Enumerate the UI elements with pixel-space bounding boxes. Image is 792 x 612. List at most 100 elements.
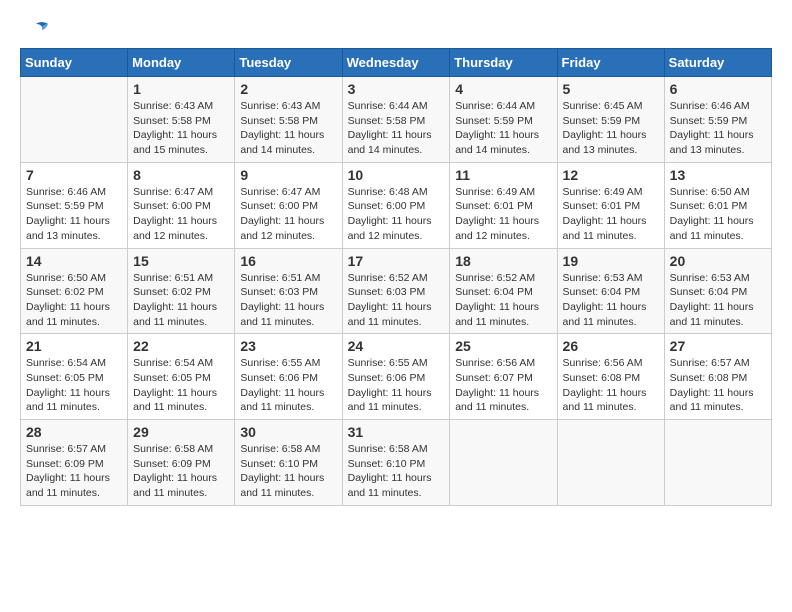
daylight-text: Daylight: 11 hours and 11 minutes. [133,472,217,499]
day-number: 27 [670,338,766,354]
daylight-text: Daylight: 11 hours and 12 minutes. [133,215,217,242]
daylight-text: Daylight: 11 hours and 11 minutes. [26,387,110,414]
sunrise-text: Sunrise: 6:52 AM [348,272,428,284]
sunrise-text: Sunrise: 6:46 AM [670,100,750,112]
daylight-text: Daylight: 11 hours and 11 minutes. [348,387,432,414]
sunrise-text: Sunrise: 6:44 AM [348,100,428,112]
sunrise-text: Sunrise: 6:48 AM [348,186,428,198]
sunrise-text: Sunrise: 6:50 AM [26,272,106,284]
day-cell: 13 Sunrise: 6:50 AM Sunset: 6:01 PM Dayl… [664,162,771,248]
day-info: Sunrise: 6:51 AM Sunset: 6:03 PM Dayligh… [240,271,336,330]
day-cell: 3 Sunrise: 6:44 AM Sunset: 5:58 PM Dayli… [342,77,450,163]
daylight-text: Daylight: 11 hours and 12 minutes. [455,215,539,242]
column-header-thursday: Thursday [450,49,557,77]
daylight-text: Daylight: 11 hours and 11 minutes. [26,472,110,499]
day-number: 17 [348,253,445,269]
sunrise-text: Sunrise: 6:50 AM [670,186,750,198]
sunrise-text: Sunrise: 6:58 AM [133,443,213,455]
day-info: Sunrise: 6:56 AM Sunset: 6:08 PM Dayligh… [563,356,659,415]
sunset-text: Sunset: 5:59 PM [455,115,533,127]
day-cell: 29 Sunrise: 6:58 AM Sunset: 6:09 PM Dayl… [128,420,235,506]
day-info: Sunrise: 6:53 AM Sunset: 6:04 PM Dayligh… [670,271,766,330]
day-info: Sunrise: 6:54 AM Sunset: 6:05 PM Dayligh… [26,356,122,415]
week-row-1: 1 Sunrise: 6:43 AM Sunset: 5:58 PM Dayli… [21,77,772,163]
day-info: Sunrise: 6:57 AM Sunset: 6:08 PM Dayligh… [670,356,766,415]
sunrise-text: Sunrise: 6:53 AM [563,272,643,284]
day-cell: 30 Sunrise: 6:58 AM Sunset: 6:10 PM Dayl… [235,420,342,506]
day-number: 9 [240,167,336,183]
sunrise-text: Sunrise: 6:56 AM [455,357,535,369]
day-number: 29 [133,424,229,440]
day-info: Sunrise: 6:56 AM Sunset: 6:07 PM Dayligh… [455,356,551,415]
day-cell: 21 Sunrise: 6:54 AM Sunset: 6:05 PM Dayl… [21,334,128,420]
day-info: Sunrise: 6:53 AM Sunset: 6:04 PM Dayligh… [563,271,659,330]
day-cell: 16 Sunrise: 6:51 AM Sunset: 6:03 PM Dayl… [235,248,342,334]
sunset-text: Sunset: 6:05 PM [133,372,211,384]
sunset-text: Sunset: 6:08 PM [563,372,641,384]
sunrise-text: Sunrise: 6:57 AM [670,357,750,369]
sunrise-text: Sunrise: 6:43 AM [133,100,213,112]
day-info: Sunrise: 6:55 AM Sunset: 6:06 PM Dayligh… [240,356,336,415]
sunrise-text: Sunrise: 6:53 AM [670,272,750,284]
day-number: 21 [26,338,122,354]
day-cell: 4 Sunrise: 6:44 AM Sunset: 5:59 PM Dayli… [450,77,557,163]
sunset-text: Sunset: 6:04 PM [563,286,641,298]
sunrise-text: Sunrise: 6:46 AM [26,186,106,198]
day-number: 28 [26,424,122,440]
day-number: 16 [240,253,336,269]
day-number: 4 [455,81,551,97]
calendar-table: SundayMondayTuesdayWednesdayThursdayFrid… [20,48,772,506]
day-number: 1 [133,81,229,97]
day-cell [450,420,557,506]
daylight-text: Daylight: 11 hours and 14 minutes. [455,129,539,156]
day-cell: 7 Sunrise: 6:46 AM Sunset: 5:59 PM Dayli… [21,162,128,248]
sunset-text: Sunset: 6:06 PM [240,372,318,384]
day-cell: 8 Sunrise: 6:47 AM Sunset: 6:00 PM Dayli… [128,162,235,248]
column-header-monday: Monday [128,49,235,77]
day-info: Sunrise: 6:47 AM Sunset: 6:00 PM Dayligh… [240,185,336,244]
day-cell: 11 Sunrise: 6:49 AM Sunset: 6:01 PM Dayl… [450,162,557,248]
sunset-text: Sunset: 6:06 PM [348,372,426,384]
logo [20,20,50,38]
day-number: 12 [563,167,659,183]
day-cell: 15 Sunrise: 6:51 AM Sunset: 6:02 PM Dayl… [128,248,235,334]
daylight-text: Daylight: 11 hours and 15 minutes. [133,129,217,156]
sunset-text: Sunset: 6:04 PM [455,286,533,298]
day-cell: 23 Sunrise: 6:55 AM Sunset: 6:06 PM Dayl… [235,334,342,420]
daylight-text: Daylight: 11 hours and 11 minutes. [563,387,647,414]
week-row-4: 21 Sunrise: 6:54 AM Sunset: 6:05 PM Dayl… [21,334,772,420]
day-info: Sunrise: 6:46 AM Sunset: 5:59 PM Dayligh… [26,185,122,244]
day-cell [664,420,771,506]
sunset-text: Sunset: 5:58 PM [240,115,318,127]
daylight-text: Daylight: 11 hours and 13 minutes. [670,129,754,156]
sunset-text: Sunset: 6:03 PM [240,286,318,298]
day-info: Sunrise: 6:58 AM Sunset: 6:10 PM Dayligh… [348,442,445,501]
day-cell: 2 Sunrise: 6:43 AM Sunset: 5:58 PM Dayli… [235,77,342,163]
daylight-text: Daylight: 11 hours and 11 minutes. [240,472,324,499]
sunset-text: Sunset: 6:03 PM [348,286,426,298]
daylight-text: Daylight: 11 hours and 11 minutes. [563,301,647,328]
daylight-text: Daylight: 11 hours and 12 minutes. [240,215,324,242]
day-number: 5 [563,81,659,97]
day-number: 8 [133,167,229,183]
sunrise-text: Sunrise: 6:58 AM [348,443,428,455]
daylight-text: Daylight: 11 hours and 11 minutes. [670,301,754,328]
column-header-wednesday: Wednesday [342,49,450,77]
sunrise-text: Sunrise: 6:49 AM [563,186,643,198]
sunset-text: Sunset: 6:07 PM [455,372,533,384]
day-info: Sunrise: 6:49 AM Sunset: 6:01 PM Dayligh… [563,185,659,244]
daylight-text: Daylight: 11 hours and 11 minutes. [133,387,217,414]
day-cell: 27 Sunrise: 6:57 AM Sunset: 6:08 PM Dayl… [664,334,771,420]
day-cell: 18 Sunrise: 6:52 AM Sunset: 6:04 PM Dayl… [450,248,557,334]
sunrise-text: Sunrise: 6:58 AM [240,443,320,455]
sunrise-text: Sunrise: 6:54 AM [26,357,106,369]
day-number: 10 [348,167,445,183]
daylight-text: Daylight: 11 hours and 13 minutes. [26,215,110,242]
day-info: Sunrise: 6:52 AM Sunset: 6:03 PM Dayligh… [348,271,445,330]
day-info: Sunrise: 6:49 AM Sunset: 6:01 PM Dayligh… [455,185,551,244]
column-header-saturday: Saturday [664,49,771,77]
day-number: 18 [455,253,551,269]
daylight-text: Daylight: 11 hours and 11 minutes. [670,387,754,414]
daylight-text: Daylight: 11 hours and 11 minutes. [348,301,432,328]
day-cell [21,77,128,163]
